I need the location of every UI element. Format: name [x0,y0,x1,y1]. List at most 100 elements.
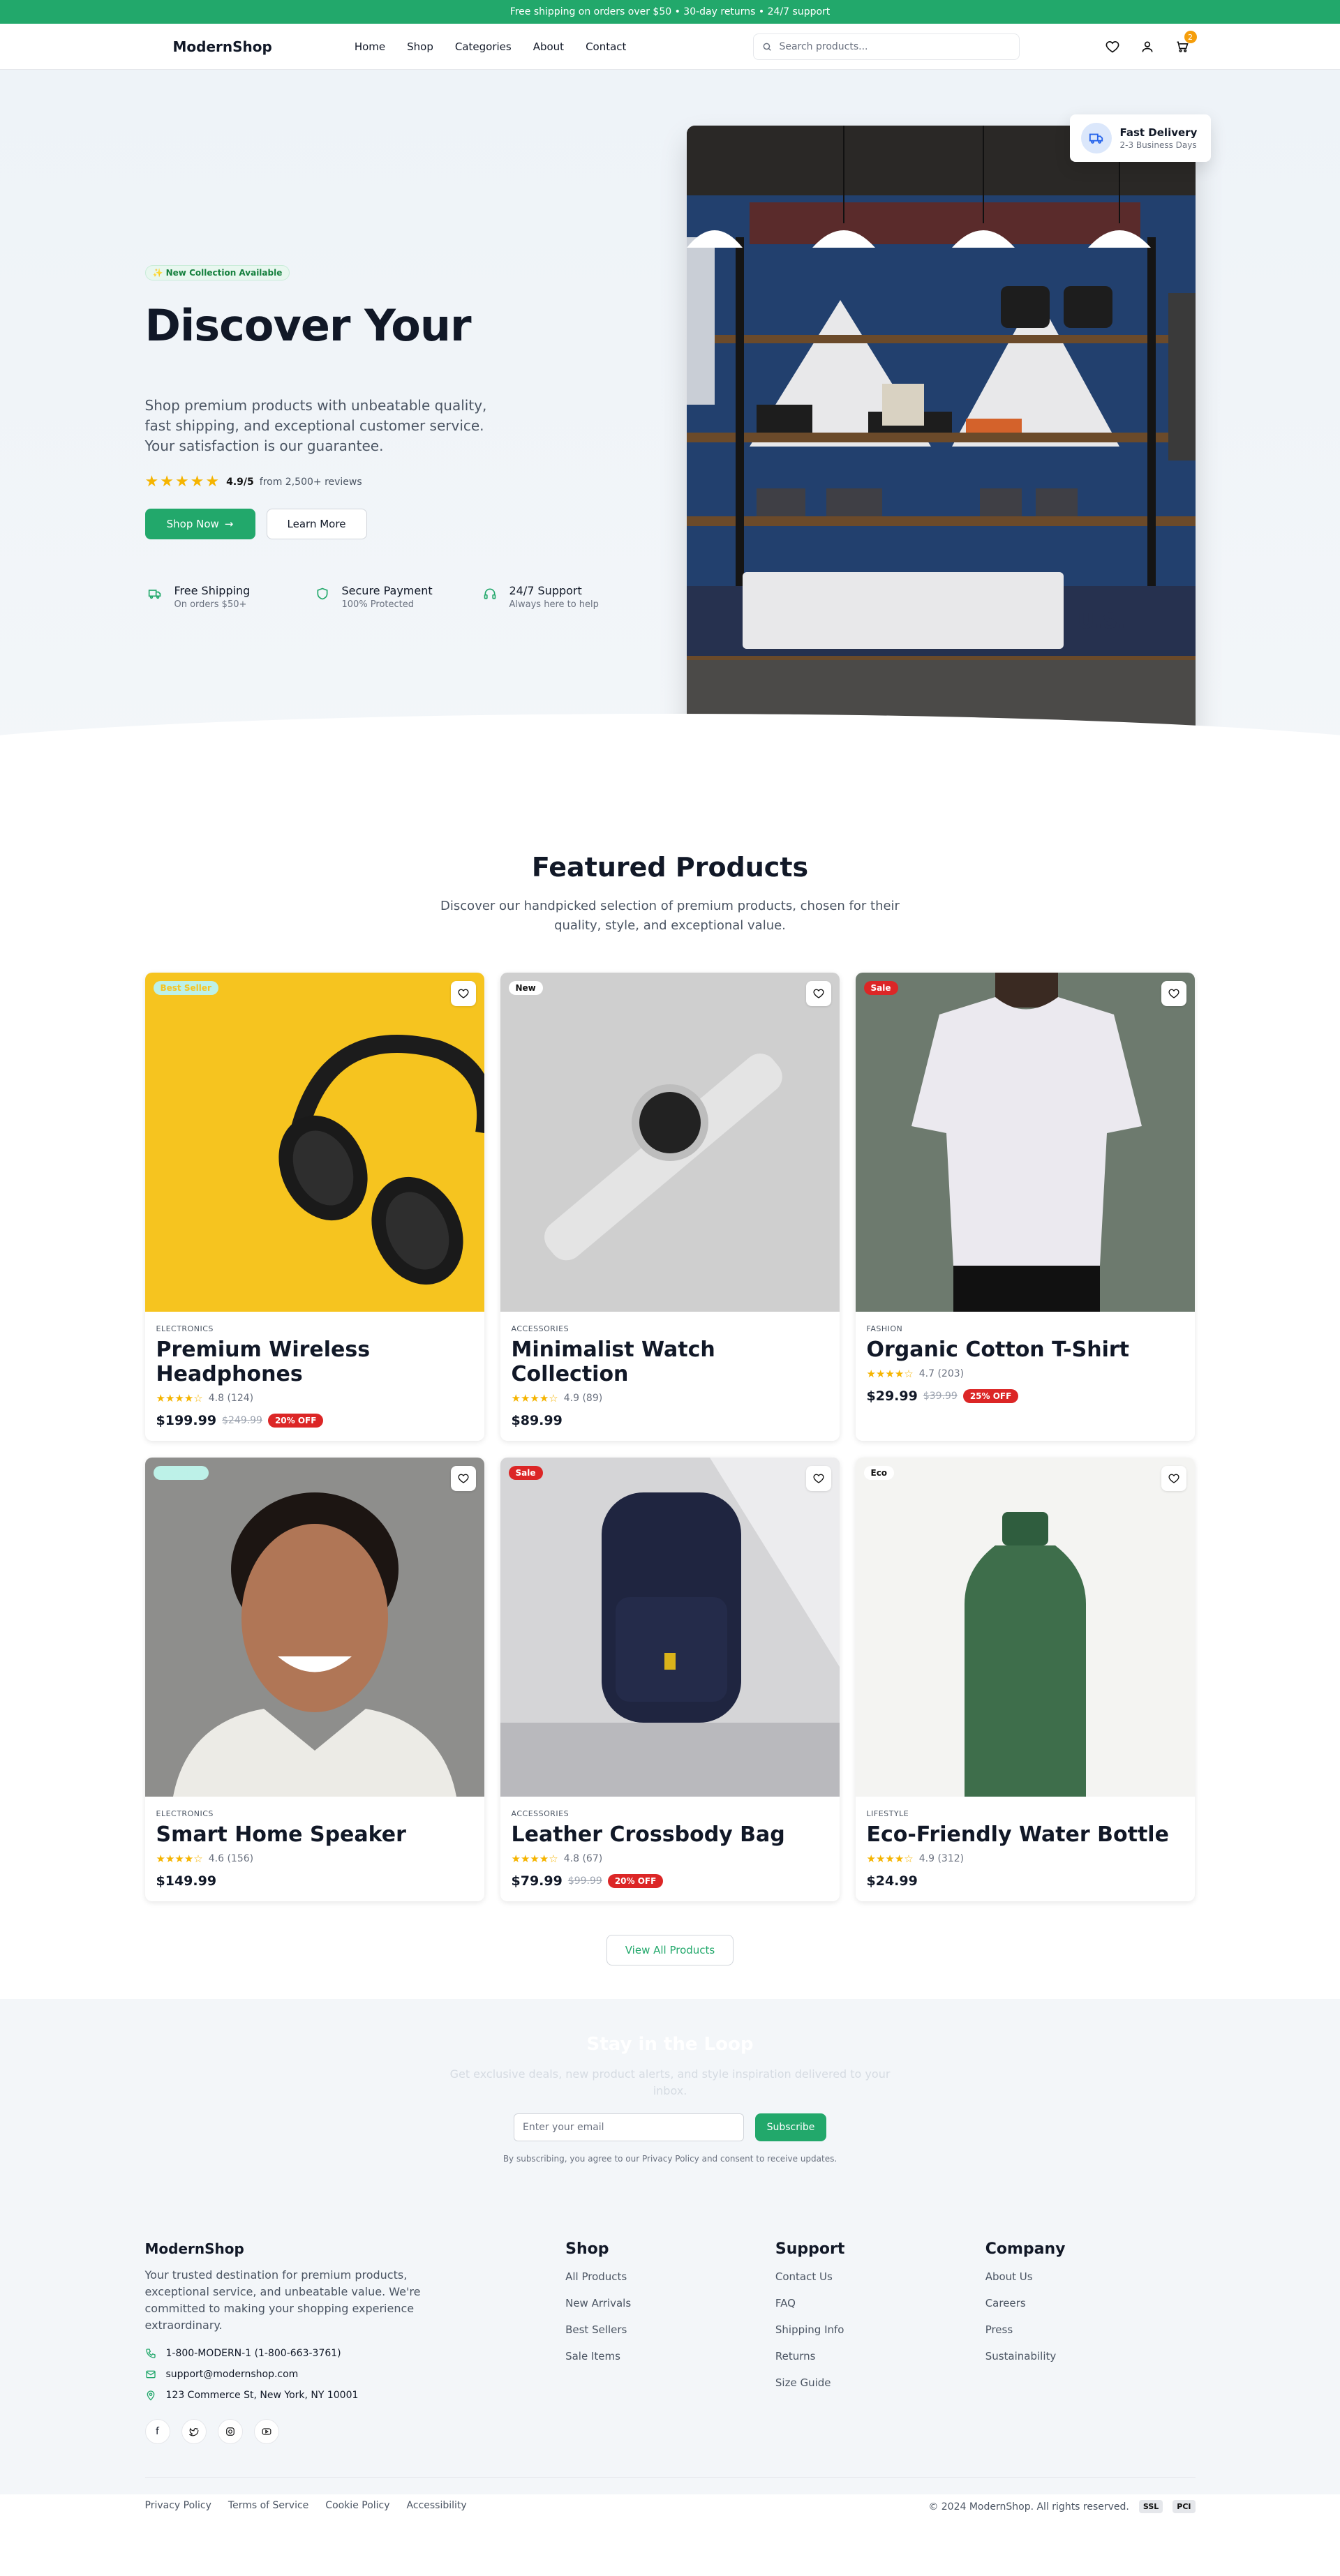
email-placeholder: Enter your email [523,2122,604,2133]
nav-link-shop[interactable]: Shop [407,40,433,53]
email-field[interactable]: Enter your email [514,2113,744,2141]
product-card[interactable]: Eco LIFESTYLE Eco-Friendly Water Bottle … [855,1458,1195,1901]
footer-logo[interactable]: ModernShop [145,2240,566,2257]
privacy-policy-link[interactable]: Privacy Policy [145,2500,211,2513]
footer-link[interactable]: Best Sellers [565,2323,775,2336]
product-image-speaker[interactable]: Trending [144,1458,484,1797]
wishlist-heart-icon[interactable] [805,981,831,1006]
wishlist-heart-icon[interactable] [1161,1466,1186,1491]
terms-link[interactable]: Terms of Service [228,2500,308,2513]
contact-phone[interactable]: 1-800-MODERN-1 (1-800-663-3761) [145,2348,566,2359]
discount-badge: 25% OFF [962,1389,1019,1403]
wishlist-heart-icon[interactable] [1161,981,1186,1006]
footer-link[interactable]: Sustainability [985,2350,1196,2362]
product-tag: Trending [153,1466,209,1480]
product-category: LIFESTYLE [866,1809,909,1818]
feature-free-shipping: Free Shipping On orders $50+ [145,584,313,610]
view-all-products-button[interactable]: View All Products [606,1935,734,1965]
rating-count: 4.9 (312) [918,1853,965,1864]
star-icons: ★★★★★ [144,473,221,491]
logo[interactable]: ModernShop [173,38,272,55]
search-input[interactable]: Search products... [753,33,1020,60]
product-image-bag[interactable]: Sale [500,1458,840,1797]
truck-icon [145,584,165,604]
facebook-icon[interactable]: f [144,2419,170,2444]
nav-link-home[interactable]: Home [355,40,385,53]
product-image-headphones[interactable]: Best Seller [144,973,484,1312]
feature-sub: Always here to help [509,599,599,610]
footer-link[interactable]: All Products [565,2270,775,2283]
footer-link[interactable]: Press [985,2323,1196,2336]
address-text: 123 Commerce St, New York, NY 10001 [165,2390,359,2401]
wishlist-heart-icon[interactable] [450,1466,476,1491]
announcement-text: Free shipping on orders over $50 • 30-da… [509,6,831,17]
cookie-policy-link[interactable]: Cookie Policy [325,2500,389,2513]
product-old-price: $99.99 [567,1875,602,1887]
hero-rating: ★★★★★ 4.9/5 from 2,500+ reviews [145,473,536,491]
price-row: $79.99 $99.99 20% OFF [512,1873,828,1889]
learn-more-button[interactable]: Learn More [266,509,367,539]
twitter-icon[interactable] [181,2419,207,2444]
product-name[interactable]: Organic Cotton T-Shirt [867,1338,1184,1362]
fast-delivery-title: Fast Delivery [1119,126,1198,139]
product-tag: Best Seller [153,981,218,995]
product-rating: ★★★★☆ 4.9 (312) [867,1852,1184,1865]
user-icon[interactable] [1140,39,1155,54]
footer-link[interactable]: Shipping Info [775,2323,985,2336]
footer-link[interactable]: Contact Us [775,2270,985,2283]
wishlist-heart-icon[interactable] [805,1466,831,1491]
footer-link[interactable]: Careers [985,2297,1196,2309]
accessibility-link[interactable]: Accessibility [407,2500,467,2513]
nav-link-categories[interactable]: Categories [455,40,512,53]
product-image-watch[interactable]: New [500,973,840,1312]
product-price: $29.99 [866,1388,918,1404]
nav-link-about[interactable]: About [533,40,564,53]
top-nav: ModernShop Home Shop Categories About Co… [0,24,1340,70]
pci-badge: PCI [1172,2500,1196,2513]
product-image-bottle[interactable]: Eco [855,1458,1195,1797]
shop-now-button[interactable]: Shop Now → [144,509,255,539]
cart-icon[interactable]: 2 [1175,31,1197,54]
footer-link[interactable]: Sale Items [565,2350,775,2362]
footer-link[interactable]: FAQ [775,2297,985,2309]
product-card[interactable]: Best Seller ELECTRONICS Premium Wireless [144,973,484,1441]
product-card[interactable]: Sale FASHION Organic Cotton T-Shirt ★★★★… [855,973,1195,1441]
featured-subtitle: Discover our handpicked selection of pre… [440,899,900,933]
instagram-icon[interactable] [217,2419,243,2444]
phone-text: 1-800-MODERN-1 (1-800-663-3761) [165,2348,341,2359]
footer-link[interactable]: Size Guide [775,2376,985,2389]
product-name[interactable]: Leather Crossbody Bag [512,1822,828,1847]
social-links: f [144,2419,566,2444]
product-price: $79.99 [511,1873,563,1889]
hero-features: Free Shipping On orders $50+ Secure Paym… [145,584,648,610]
product-card[interactable]: New ACCESSORIES Minimalist Watch Collect… [500,973,840,1441]
product-name[interactable]: Minimalist Watch Collection [512,1338,828,1386]
product-rating: ★★★★☆ 4.8 (67) [512,1852,828,1865]
wishlist-icon[interactable] [1105,39,1120,54]
hero-title: Discover Your [144,300,472,351]
footer-link[interactable]: Returns [775,2350,985,2362]
feature-secure-payment: Secure Payment 100% Protected [313,584,480,610]
copyright-text: © 2024 ModernShop. All rights reserved. [928,2501,1129,2513]
footer-link[interactable]: About Us [985,2270,1196,2283]
featured-title: Featured Products [531,852,809,883]
product-name[interactable]: Premium Wireless Headphones [156,1338,473,1386]
product-image-tshirt[interactable]: Sale [855,973,1195,1312]
svg-text:U.S.: U.S. [1078,609,1126,634]
product-tag: New [508,981,543,995]
subscribe-button[interactable]: Subscribe [755,2113,826,2141]
product-card[interactable]: Sale ACCESSORIES Leather Crossbody Bag ★… [500,1458,840,1901]
footer-link[interactable]: New Arrivals [565,2297,775,2309]
wishlist-heart-icon[interactable] [450,981,476,1006]
product-name[interactable]: Smart Home Speaker [156,1822,473,1847]
product-name[interactable]: Eco-Friendly Water Bottle [867,1822,1184,1847]
contact-email[interactable]: support@modernshop.com [145,2369,566,2380]
product-tag: Sale [508,1466,543,1480]
nav-link-contact[interactable]: Contact [586,40,626,53]
youtube-icon[interactable] [253,2419,279,2444]
price-row: $29.99 $39.99 25% OFF [867,1388,1184,1404]
product-card[interactable]: Trending ELECTRONICS Smart Home Speaker [144,1458,484,1901]
headphones-icon [480,584,500,604]
price-row: $199.99 $249.99 20% OFF [156,1413,473,1428]
footer-col-shop: Shop All Products New Arrivals Best Sell… [565,2240,775,2444]
